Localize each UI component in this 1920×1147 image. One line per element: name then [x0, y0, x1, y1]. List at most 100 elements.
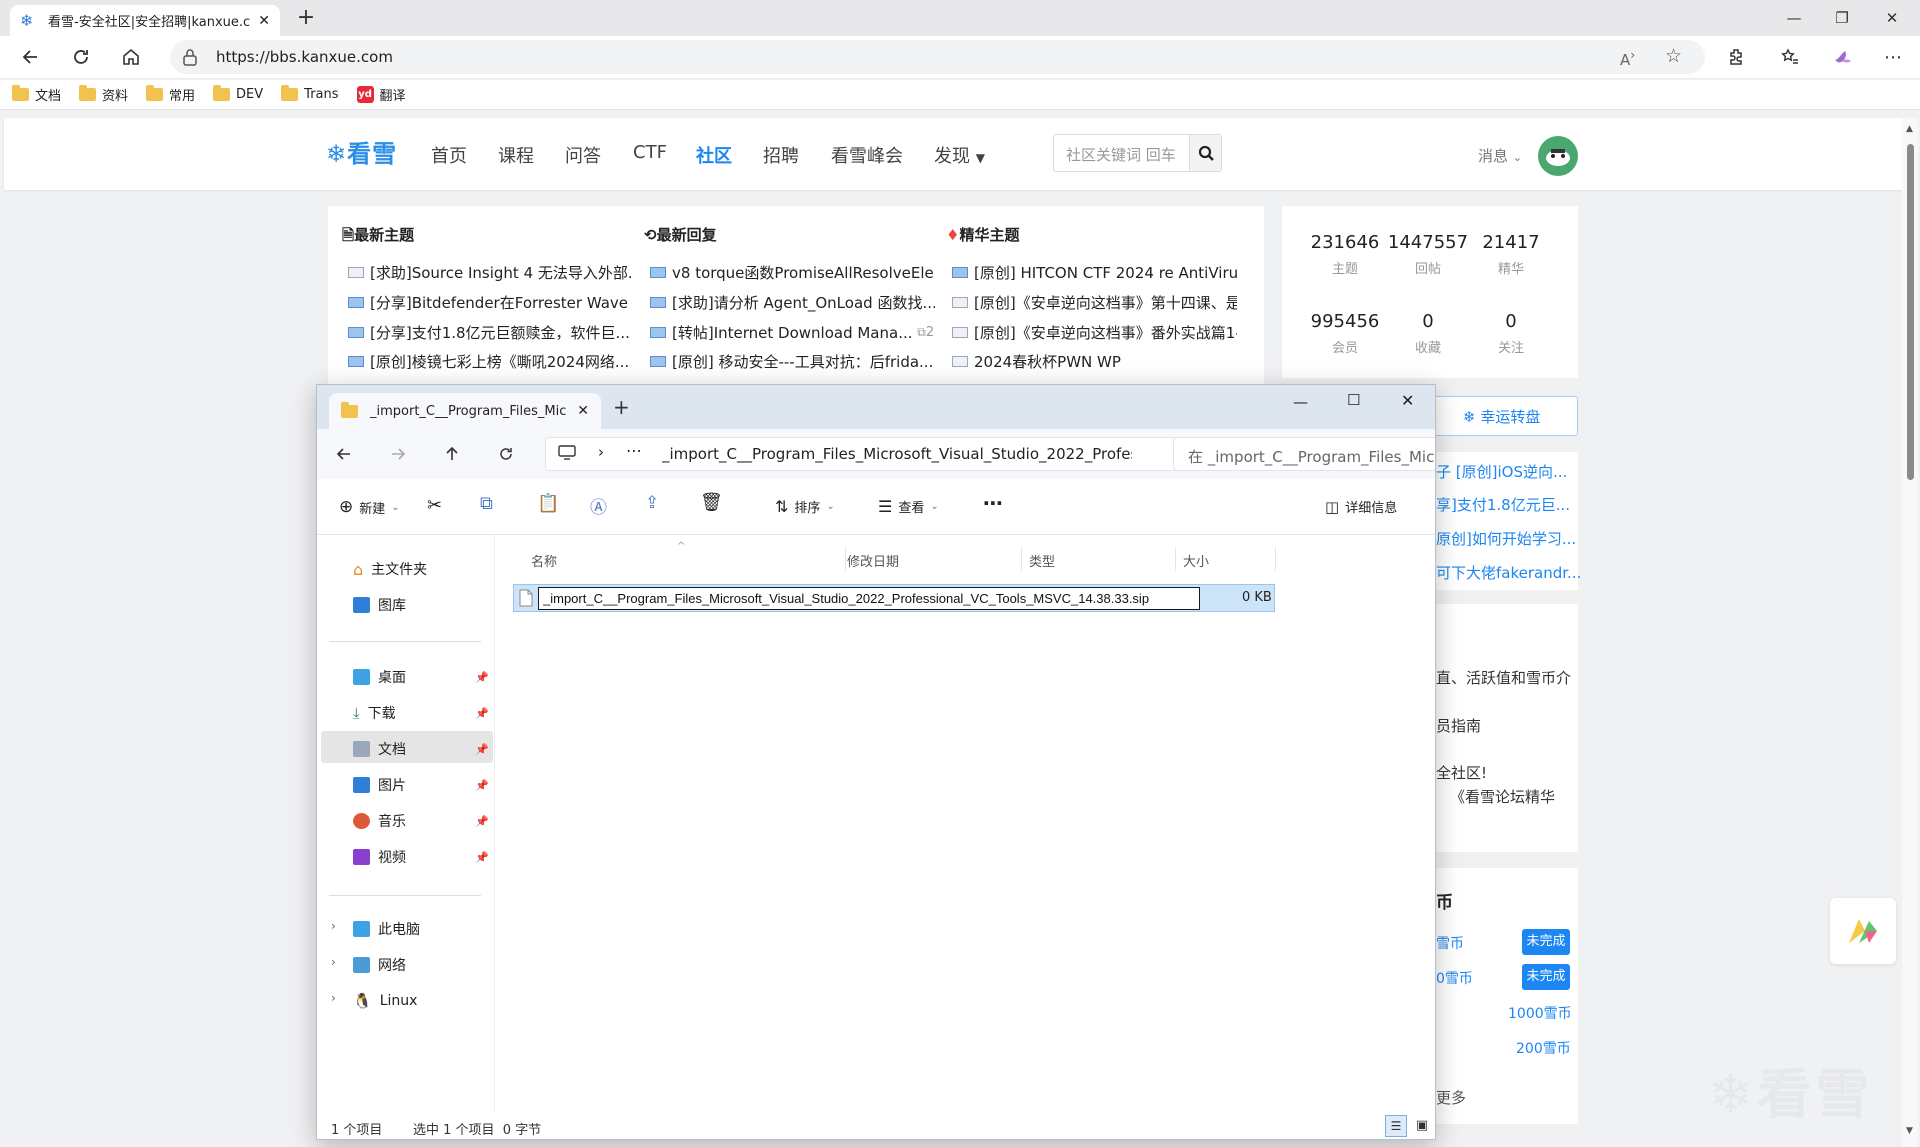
pin-icon[interactable]: 📌 — [475, 743, 489, 756]
paste-icon[interactable]: 📋 — [537, 493, 559, 514]
expand-chevron-icon[interactable]: › — [331, 991, 336, 1005]
pin-icon[interactable]: 📌 — [475, 851, 489, 864]
site-search[interactable]: 社区关键词 回车 — [1053, 134, 1222, 172]
explorer-tab[interactable]: _import_C__Program_Files_Mic ✕ — [329, 393, 601, 429]
search-icon[interactable] — [1189, 135, 1221, 171]
pin-icon[interactable]: 📌 — [475, 707, 489, 720]
stat-favorites-value[interactable]: 0 — [1383, 311, 1473, 332]
up-icon[interactable] — [443, 445, 461, 463]
rename-icon[interactable]: Ⓐ — [590, 493, 607, 518]
read-aloud-icon[interactable]: A› — [1620, 47, 1635, 69]
ellipsis-icon[interactable]: ⋯ — [626, 441, 642, 460]
nav-qa[interactable]: 问答 — [565, 142, 601, 168]
list-item[interactable]: [原创]《安卓逆向这档事》第十四课、是... — [952, 292, 1237, 313]
cut-icon[interactable]: ✂ — [427, 495, 442, 516]
nav-home[interactable]: 首页 — [431, 142, 467, 168]
nav-jobs[interactable]: 招聘 — [763, 142, 799, 168]
restore-icon[interactable]: ❐ — [1828, 6, 1856, 30]
right-link[interactable]: 享]支付1.8亿元巨... — [1436, 494, 1570, 515]
messages-menu[interactable]: 消息 ⌄ — [1478, 145, 1522, 166]
more-menu-icon[interactable]: ⋯ — [1878, 42, 1908, 72]
avatar[interactable] — [1538, 136, 1578, 176]
close-tab-icon[interactable]: ✕ — [258, 13, 270, 29]
list-item[interactable]: 2024春秋杯PWN WP — [952, 351, 1237, 372]
nav-ctf[interactable]: CTF — [633, 142, 667, 163]
view-button[interactable]: ☰ 查看 ⌄ — [878, 497, 939, 516]
details-view-icon[interactable]: ☰ — [1385, 1115, 1407, 1137]
list-item[interactable]: [分享]支付1.8亿元巨额赎金，软件巨... — [348, 322, 633, 343]
expand-chevron-icon[interactable]: › — [331, 919, 336, 933]
maximize-icon[interactable]: ☐ — [1347, 391, 1360, 409]
list-item[interactable]: [原创] HITCON CTF 2024 re AntiVirus ... — [952, 262, 1237, 283]
minimize-icon[interactable]: — — [1780, 6, 1808, 30]
nav-courses[interactable]: 课程 — [498, 142, 534, 168]
sidebar-item-downloads[interactable]: ⤓ 下载 — [353, 699, 396, 727]
rename-input[interactable] — [538, 587, 1200, 610]
tiles-view-icon[interactable]: ▣ — [1411, 1115, 1433, 1137]
list-item[interactable]: [分享]Bitdefender在Forrester Wave ... — [348, 292, 633, 313]
list-item[interactable]: [转帖]Internet Download Mana... ⧉ 2 — [650, 322, 935, 343]
sidebar-item-desktop[interactable]: 桌面 — [353, 663, 406, 691]
back-icon[interactable] — [16, 42, 46, 72]
sidebar-item-gallery[interactable]: 图库 — [353, 591, 406, 619]
bookmark-item[interactable]: 常用 — [146, 85, 195, 104]
close-window-icon[interactable]: ✕ — [1878, 6, 1906, 30]
list-item[interactable]: [原创]棱镜七彩上榜《嘶吼2024网络... — [348, 351, 633, 372]
refresh-icon[interactable] — [66, 42, 96, 72]
delete-icon[interactable]: 🗑 — [700, 492, 723, 513]
column-divider[interactable] — [1275, 547, 1276, 571]
more-link[interactable]: 更多 — [1436, 1087, 1466, 1108]
details-pane-button[interactable]: ◫ 详细信息 — [1325, 497, 1397, 517]
pin-icon[interactable]: 📌 — [475, 671, 489, 684]
right-link[interactable]: 原创]如何开始学习... — [1436, 528, 1576, 549]
scroll-up-icon[interactable]: ▲ — [1906, 124, 1913, 134]
page-scrollbar[interactable]: ▲ ▼ — [1902, 118, 1918, 1147]
sidebar-item-pictures[interactable]: 图片 — [353, 771, 406, 799]
column-header-name[interactable]: 名称 — [531, 551, 557, 570]
column-divider[interactable] — [1021, 547, 1022, 571]
column-divider[interactable] — [845, 547, 846, 571]
list-item[interactable]: [求助]Source Insight 4 无法导入外部... — [348, 262, 633, 283]
home-icon[interactable] — [116, 42, 146, 72]
close-window-icon[interactable]: ✕ — [1401, 391, 1414, 410]
new-button[interactable]: ⊕ 新建 ⌄ — [339, 497, 400, 517]
column-header-modified[interactable]: 修改日期 — [847, 551, 899, 570]
copilot-icon[interactable] — [1828, 42, 1858, 72]
list-item[interactable]: [求助]请分析 Agent_OnLoad 函数找... — [650, 292, 935, 313]
table-row[interactable]: 0 KB — [513, 584, 1275, 612]
address-path-bar[interactable]: › ⋯ _import_C__Program_Files_Microsoft_V… — [545, 437, 1213, 471]
nav-community[interactable]: 社区 — [696, 142, 732, 168]
new-tab-button[interactable]: + — [292, 4, 320, 32]
column-divider[interactable] — [1175, 547, 1176, 571]
task-label[interactable]: 1000雪币 — [1508, 1003, 1572, 1023]
close-tab-icon[interactable]: ✕ — [577, 403, 589, 419]
bookmark-item[interactable]: Trans — [281, 85, 339, 102]
bookmark-item[interactable]: yd 翻译 — [356, 85, 406, 104]
status-badge[interactable]: 未完成 — [1522, 929, 1570, 955]
sidebar-item-home[interactable]: ⌂ 主文件夹 — [353, 555, 427, 583]
new-tab-button[interactable]: + — [613, 395, 630, 419]
back-icon[interactable] — [335, 445, 353, 463]
explorer-search-input[interactable]: 在 _import_C__Program_Files_Mic — [1173, 437, 1435, 471]
list-item[interactable]: v8 torque函数PromiseAllResolveEle... — [650, 262, 935, 283]
address-bar[interactable]: https://bbs.kanxue.com A› ☆ — [170, 40, 1705, 74]
task-label[interactable]: 雪币 — [1436, 933, 1464, 953]
nav-summit[interactable]: 看雪峰会 — [831, 142, 903, 168]
sidebar-item-this-pc[interactable]: 此电脑 — [353, 915, 420, 943]
stat-follows-value[interactable]: 0 — [1466, 311, 1556, 332]
right-link[interactable]: 子 [原创]iOS逆向... — [1436, 461, 1567, 482]
sidebar-item-documents[interactable]: 文档 — [353, 735, 406, 763]
nav-discover[interactable]: 发现 ▼ — [934, 142, 985, 168]
task-label[interactable]: 0雪币 — [1436, 968, 1473, 988]
minimize-icon[interactable]: — — [1293, 393, 1308, 411]
share-icon[interactable]: ⇪ — [645, 493, 659, 513]
column-header-size[interactable]: 大小 — [1183, 551, 1209, 570]
refresh-icon[interactable] — [497, 445, 515, 463]
pin-icon[interactable]: 📌 — [475, 779, 489, 792]
right-link[interactable]: 可下大佬fakerandr... — [1436, 562, 1581, 583]
pin-icon[interactable]: 📌 — [475, 815, 489, 828]
bookmark-item[interactable]: DEV — [213, 85, 263, 102]
forward-icon[interactable] — [389, 445, 407, 463]
browser-tab[interactable]: ❄ 看雪-安全社区|安全招聘|kanxue.c ✕ — [10, 5, 280, 36]
sort-button[interactable]: ⇅ 排序 ⌄ — [775, 497, 835, 516]
